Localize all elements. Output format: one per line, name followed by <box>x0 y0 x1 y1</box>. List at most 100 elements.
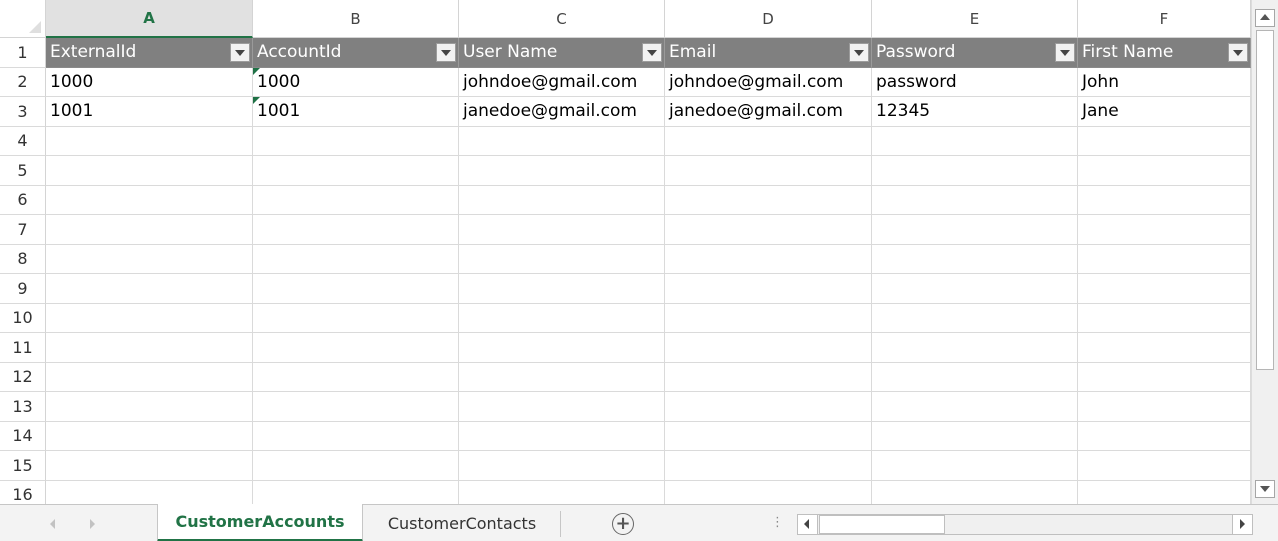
empty-cell[interactable] <box>872 303 1078 333</box>
next-sheet-icon[interactable] <box>90 519 95 529</box>
empty-cell[interactable] <box>253 362 459 392</box>
table-cell[interactable]: janedoe@gmail.com <box>665 97 872 127</box>
empty-cell[interactable] <box>253 156 459 186</box>
table-header-cell[interactable]: Password <box>872 38 1078 68</box>
empty-cell[interactable] <box>1078 421 1251 451</box>
table-header-cell[interactable]: ExternalId <box>46 38 253 68</box>
table-cell[interactable]: 1001 <box>46 97 253 127</box>
empty-cell[interactable] <box>253 244 459 274</box>
table-cell[interactable]: johndoe@gmail.com <box>665 67 872 97</box>
row-header[interactable]: 6 <box>0 185 46 215</box>
horizontal-scroll-thumb[interactable] <box>819 515 945 534</box>
scroll-left-icon[interactable] <box>798 515 818 534</box>
empty-cell[interactable] <box>459 185 665 215</box>
plus-circle-icon[interactable]: + <box>612 513 634 535</box>
empty-cell[interactable] <box>253 392 459 422</box>
empty-cell[interactable] <box>665 333 872 363</box>
filter-dropdown-icon[interactable] <box>1228 43 1248 62</box>
empty-cell[interactable] <box>872 244 1078 274</box>
empty-cell[interactable] <box>872 392 1078 422</box>
empty-cell[interactable] <box>665 421 872 451</box>
empty-cell[interactable] <box>665 303 872 333</box>
empty-cell[interactable] <box>1078 274 1251 304</box>
row-header[interactable]: 5 <box>0 156 46 186</box>
empty-cell[interactable] <box>46 451 253 481</box>
empty-cell[interactable] <box>665 451 872 481</box>
empty-cell[interactable] <box>459 392 665 422</box>
table-header-cell[interactable]: Email <box>665 38 872 68</box>
empty-cell[interactable] <box>1078 362 1251 392</box>
row-header[interactable]: 11 <box>0 333 46 363</box>
empty-cell[interactable] <box>46 421 253 451</box>
filter-dropdown-icon[interactable] <box>1055 43 1075 62</box>
empty-cell[interactable] <box>872 421 1078 451</box>
vertical-scrollbar[interactable] <box>1251 0 1278 504</box>
table-header-cell[interactable]: First Name <box>1078 38 1251 68</box>
empty-cell[interactable] <box>459 215 665 245</box>
empty-cell[interactable] <box>872 215 1078 245</box>
empty-cell[interactable] <box>872 274 1078 304</box>
table-cell[interactable]: password <box>872 67 1078 97</box>
table-cell[interactable]: Jane <box>1078 97 1251 127</box>
empty-cell[interactable] <box>253 421 459 451</box>
empty-cell[interactable] <box>665 185 872 215</box>
empty-cell[interactable] <box>459 362 665 392</box>
empty-cell[interactable] <box>665 156 872 186</box>
table-cell[interactable]: John <box>1078 67 1251 97</box>
row-header[interactable]: 9 <box>0 274 46 304</box>
scroll-up-icon[interactable] <box>1255 9 1275 27</box>
row-header[interactable]: 2 <box>0 67 46 97</box>
empty-cell[interactable] <box>665 274 872 304</box>
empty-cell[interactable] <box>46 274 253 304</box>
empty-cell[interactable] <box>872 156 1078 186</box>
empty-cell[interactable] <box>253 451 459 481</box>
empty-cell[interactable] <box>872 333 1078 363</box>
empty-cell[interactable] <box>459 274 665 304</box>
empty-cell[interactable] <box>1078 156 1251 186</box>
row-header[interactable]: 7 <box>0 215 46 245</box>
horizontal-scrollbar[interactable] <box>797 514 1253 535</box>
filter-dropdown-icon[interactable] <box>230 43 250 62</box>
empty-cell[interactable] <box>46 244 253 274</box>
empty-cell[interactable] <box>253 303 459 333</box>
empty-cell[interactable] <box>459 303 665 333</box>
empty-cell[interactable] <box>459 333 665 363</box>
empty-cell[interactable] <box>1078 215 1251 245</box>
empty-cell[interactable] <box>253 215 459 245</box>
row-header[interactable]: 15 <box>0 451 46 481</box>
filter-dropdown-icon[interactable] <box>642 43 662 62</box>
column-header-e[interactable]: E <box>872 0 1078 38</box>
row-header[interactable]: 13 <box>0 392 46 422</box>
empty-cell[interactable] <box>46 303 253 333</box>
ellipsis-vertical-icon[interactable]: ⋮ <box>771 515 784 530</box>
empty-cell[interactable] <box>253 185 459 215</box>
empty-cell[interactable] <box>459 451 665 481</box>
empty-cell[interactable] <box>665 126 872 156</box>
table-cell[interactable]: 12345 <box>872 97 1078 127</box>
empty-cell[interactable] <box>253 274 459 304</box>
filter-dropdown-icon[interactable] <box>436 43 456 62</box>
table-cell[interactable]: johndoe@gmail.com <box>459 67 665 97</box>
empty-cell[interactable] <box>1078 303 1251 333</box>
empty-cell[interactable] <box>46 185 253 215</box>
empty-cell[interactable] <box>46 156 253 186</box>
row-header[interactable]: 14 <box>0 421 46 451</box>
column-header-c[interactable]: C <box>459 0 665 38</box>
row-header[interactable]: 8 <box>0 244 46 274</box>
select-all-corner[interactable] <box>0 0 46 38</box>
empty-cell[interactable] <box>872 185 1078 215</box>
prev-sheet-icon[interactable] <box>50 519 55 529</box>
empty-cell[interactable] <box>459 244 665 274</box>
table-cell[interactable]: 1001 <box>253 97 459 127</box>
table-cell[interactable]: janedoe@gmail.com <box>459 97 665 127</box>
empty-cell[interactable] <box>46 215 253 245</box>
empty-cell[interactable] <box>872 362 1078 392</box>
row-header[interactable]: 10 <box>0 303 46 333</box>
empty-cell[interactable] <box>1078 392 1251 422</box>
empty-cell[interactable] <box>46 392 253 422</box>
row-header[interactable]: 3 <box>0 97 46 127</box>
sheet-tab-customer-accounts[interactable]: CustomerAccounts <box>157 504 363 541</box>
empty-cell[interactable] <box>459 126 665 156</box>
table-cell[interactable]: 1000 <box>253 67 459 97</box>
empty-cell[interactable] <box>46 362 253 392</box>
